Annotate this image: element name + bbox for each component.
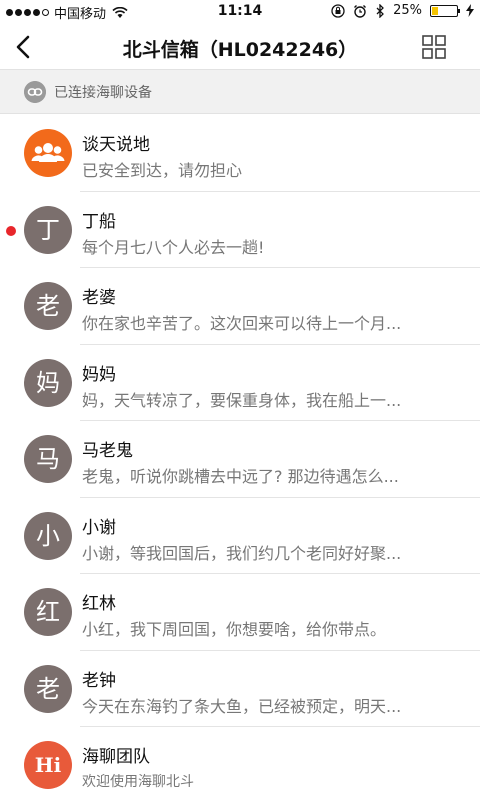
conversation-name: 妈妈: [82, 364, 116, 385]
conversation-preview: 妈，天气转凉了，要保重身体，我在船上一...: [82, 390, 402, 410]
conversation-preview: 小红，我下周回国，你想要啥，给你带点。: [82, 620, 387, 639]
avatar: 小: [24, 511, 72, 560]
unread-indicator: [6, 225, 16, 236]
status-right: 25%: [331, 3, 474, 18]
conversation-item[interactable]: 马 马老鬼 老鬼，听说你跳槽去中远了? 那边待遇怎么...: [0, 421, 480, 498]
avatar: 红: [24, 588, 72, 636]
hi-logo-icon: Hi: [24, 741, 72, 789]
avatar: 老: [24, 282, 72, 330]
link-icon: [24, 81, 46, 103]
conversation-name: 小谢: [82, 517, 116, 538]
conversation-item[interactable]: 小 小谢 小谢，等我回国后，我们约几个老同好好聚...: [0, 497, 480, 574]
conversation-item[interactable]: 谈天说地 已安全到达，请勿担心: [0, 115, 480, 192]
page-title: 北斗信箱（HL0242246）: [122, 39, 358, 61]
conversation-name: 谈天说地: [82, 135, 150, 155]
conversation-name: 老婆: [82, 288, 116, 308]
battery-percent: 25%: [393, 3, 422, 18]
conversation-item[interactable]: 老 老钟 今天在东海钓了条大鱼，已经被预定，明天...: [0, 650, 480, 727]
bluetooth-icon: [376, 3, 385, 18]
conversation-preview: 欢迎使用海聊北斗: [82, 774, 194, 790]
conversation-item[interactable]: 妈 妈妈 妈，天气转凉了，要保重身体，我在船上一...: [0, 344, 480, 421]
conversation-name: 老钟: [82, 670, 116, 691]
navigation-bar: 北斗信箱（HL0242246）: [0, 24, 480, 70]
conversation-preview: 今天在东海钓了条大鱼，已经被预定，明天...: [82, 696, 402, 716]
alarm-icon: [354, 4, 367, 18]
conversation-preview: 已安全到达，请勿担心: [82, 161, 243, 180]
conversation-item[interactable]: 红 红林 小红，我下周回国，你想要啥，给你带点。: [0, 574, 480, 651]
conversation-name: 丁船: [82, 211, 116, 232]
conversation-item[interactable]: 丁 丁船 每个月七八个人必去一趟!: [0, 191, 480, 268]
avatar: 丁: [24, 205, 72, 254]
conversation-item[interactable]: 老 老婆 你在家也辛苦了。这次回来可以待上一个月...: [0, 268, 480, 345]
connection-status-bar: 已连接海聊设备: [0, 70, 480, 114]
orientation-lock-icon: [331, 3, 345, 18]
status-bar: 中国移动 11:14 25%: [0, 0, 480, 24]
conversation-preview: 每个月七八个人必去一趟!: [82, 237, 265, 257]
avatar: 马: [24, 435, 72, 483]
charging-icon: [466, 4, 474, 17]
avatar: 老: [24, 664, 72, 713]
avatar: 妈: [24, 358, 72, 407]
conversation-name: 马老鬼: [82, 441, 133, 461]
conversation-list: 谈天说地 已安全到达，请勿担心 丁 丁船 每个月七八个人必去一趟! 老 老婆 你…: [0, 115, 480, 800]
conversation-name: 红林: [82, 594, 116, 614]
connection-text: 已连接海聊设备: [54, 85, 152, 101]
conversation-name: 海聊团队: [82, 747, 150, 767]
conversation-item[interactable]: Hi 海聊团队 欢迎使用海聊北斗: [0, 727, 480, 800]
group-icon: [24, 129, 72, 177]
battery-icon: [430, 4, 460, 17]
conversation-preview: 小谢，等我回国后，我们约几个老同好好聚...: [82, 543, 402, 563]
conversation-preview: 老鬼，听说你跳槽去中远了? 那边待遇怎么...: [82, 467, 399, 486]
conversation-preview: 你在家也辛苦了。这次回来可以待上一个月...: [82, 314, 402, 333]
grid-menu-icon[interactable]: [422, 35, 446, 59]
